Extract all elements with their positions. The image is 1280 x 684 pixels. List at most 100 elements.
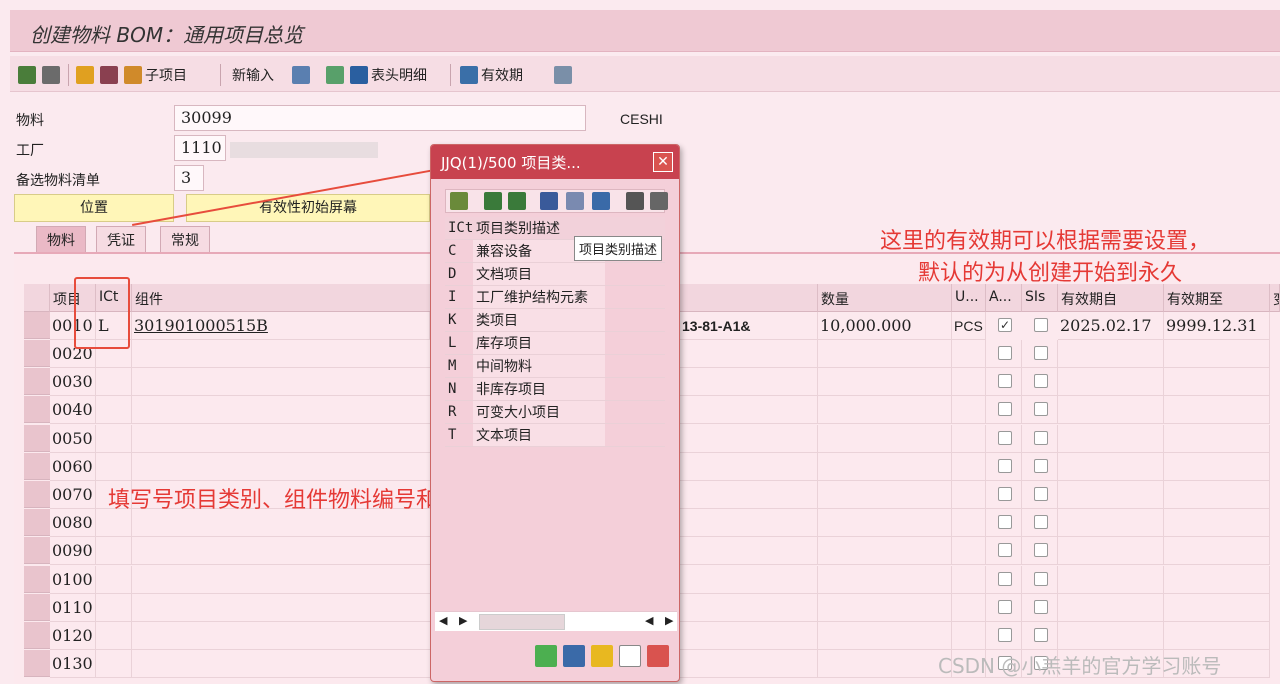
- checkbox-a[interactable]: [998, 628, 1012, 642]
- row-selector[interactable]: [24, 396, 50, 424]
- grid-cell[interactable]: [1058, 424, 1164, 453]
- scroll-right-icon[interactable]: ▶: [459, 614, 467, 627]
- grid-cell[interactable]: [96, 650, 132, 679]
- tab-material[interactable]: 物料: [36, 226, 86, 252]
- popup-filter-icon[interactable]: [592, 192, 610, 210]
- select-all-header[interactable]: [24, 284, 50, 312]
- grid-cell[interactable]: [1058, 565, 1164, 594]
- grid-cell[interactable]: [818, 565, 952, 594]
- trash-icon[interactable]: [292, 64, 313, 86]
- popup-list-item[interactable]: N 非库存项目: [445, 378, 665, 401]
- grid-cell[interactable]: [1164, 396, 1270, 425]
- grid-cell[interactable]: [96, 622, 132, 650]
- grid-cell[interactable]: [952, 537, 986, 566]
- popup-sort-asc-icon[interactable]: [484, 192, 502, 210]
- checkbox-a[interactable]: [998, 571, 1012, 586]
- grid-cell[interactable]: [1164, 622, 1270, 650]
- popup-list-item[interactable]: I 工厂维护结构元素: [445, 286, 665, 309]
- col-change[interactable]: 变: [1270, 284, 1280, 312]
- cell-item[interactable]: 0130: [50, 650, 96, 679]
- popup-find-icon[interactable]: [540, 192, 558, 210]
- checkbox-sis[interactable]: [1034, 571, 1048, 586]
- grid-cell[interactable]: [96, 452, 132, 481]
- cell-item[interactable]: 0030: [50, 368, 96, 397]
- cell-valid-to[interactable]: 9999.12.31: [1164, 312, 1270, 340]
- plant-field[interactable]: 1110: [174, 135, 226, 161]
- checkbox-a[interactable]: [998, 458, 1012, 473]
- material-field[interactable]: 30099: [174, 105, 586, 131]
- popup-close-icon[interactable]: ✕: [653, 152, 673, 172]
- row-selector[interactable]: [24, 622, 50, 649]
- grid-cell[interactable]: [818, 650, 952, 679]
- grid-cell[interactable]: [96, 593, 132, 622]
- checkbox-sis[interactable]: [1034, 599, 1048, 614]
- scroll-thumb[interactable]: [479, 614, 565, 630]
- grid-cell[interactable]: [96, 396, 132, 425]
- popup-list-item[interactable]: D 文档项目: [445, 263, 665, 286]
- cell-item[interactable]: 0060: [50, 452, 96, 481]
- scroll-left-icon-2[interactable]: ◀: [645, 614, 653, 627]
- cell-item[interactable]: 0080: [50, 509, 96, 538]
- new-entry-button[interactable]: 新输入: [232, 64, 274, 86]
- checkbox-a[interactable]: [998, 430, 1012, 445]
- checkbox-a[interactable]: [998, 515, 1012, 530]
- grid-cell[interactable]: [1058, 509, 1164, 538]
- grid-cell[interactable]: [1164, 424, 1270, 453]
- row-selector[interactable]: [24, 565, 50, 593]
- popup-hscrollbar[interactable]: ◀ ▶ ◀ ▶: [435, 611, 677, 631]
- grid-cell[interactable]: [1058, 396, 1164, 425]
- checkbox-a[interactable]: [998, 487, 1012, 501]
- favorite-add-icon[interactable]: [591, 645, 613, 667]
- popup-list-item[interactable]: K 类项目: [445, 309, 665, 332]
- popup-list-item[interactable]: L 库存项目: [445, 332, 665, 355]
- grid-cell[interactable]: [952, 452, 986, 481]
- refresh-icon[interactable]: [326, 64, 347, 86]
- print-icon[interactable]: [100, 64, 121, 86]
- checkbox-a-checked[interactable]: ✓: [998, 318, 1012, 332]
- row-selector[interactable]: [24, 340, 50, 367]
- grid-cell[interactable]: [818, 452, 952, 481]
- grid-cell[interactable]: [952, 340, 986, 368]
- grid-cell[interactable]: [818, 340, 952, 368]
- checkbox-sis[interactable]: [1034, 346, 1048, 360]
- grid-cell[interactable]: [818, 593, 952, 622]
- col-valid-from[interactable]: 有效期自: [1058, 284, 1164, 312]
- popup-sort-desc-icon[interactable]: [508, 192, 526, 210]
- checkbox-sis[interactable]: [1034, 458, 1048, 473]
- save-icon[interactable]: [76, 64, 97, 86]
- popup-settings-icon[interactable]: [650, 192, 668, 210]
- cell-item[interactable]: 0050: [50, 424, 96, 453]
- cell-item[interactable]: 0040: [50, 396, 96, 425]
- col-valid-to[interactable]: 有效期至: [1164, 284, 1270, 312]
- popup-list-item[interactable]: T 文本项目: [445, 424, 665, 447]
- popup-list-item[interactable]: R 可变大小项目: [445, 401, 665, 424]
- checkbox-sis[interactable]: [1034, 430, 1048, 445]
- grid-cell[interactable]: [1164, 537, 1270, 566]
- checkbox-sis[interactable]: [1034, 318, 1048, 332]
- cell-item[interactable]: 0090: [50, 537, 96, 566]
- grid-cell[interactable]: [96, 368, 132, 397]
- row-selector[interactable]: [24, 537, 50, 565]
- grid-cell[interactable]: [952, 593, 986, 622]
- cell-item[interactable]: 0120: [50, 622, 96, 650]
- row-selector[interactable]: [24, 452, 50, 480]
- row-selector[interactable]: [24, 312, 50, 339]
- checkbox-sis[interactable]: [1034, 487, 1048, 501]
- header-detail-button[interactable]: 表头明细: [350, 64, 427, 86]
- grid-cell[interactable]: [818, 396, 952, 425]
- checkbox-sis[interactable]: [1034, 628, 1048, 642]
- grid-cell[interactable]: [1058, 452, 1164, 481]
- row-selector[interactable]: [24, 593, 50, 621]
- tab-general[interactable]: 常规: [160, 226, 210, 252]
- grid-cell[interactable]: [1164, 509, 1270, 538]
- grid-cell[interactable]: [96, 537, 132, 566]
- scroll-right-icon-2[interactable]: ▶: [665, 614, 673, 627]
- checkbox-a[interactable]: [998, 599, 1012, 614]
- popup-list-item[interactable]: M 中间物料: [445, 355, 665, 378]
- row-selector[interactable]: [24, 368, 50, 396]
- grid-cell[interactable]: [1164, 481, 1270, 509]
- cell-item[interactable]: 0070: [50, 481, 96, 509]
- restrict-icon[interactable]: [563, 645, 585, 667]
- cell-quantity[interactable]: 10,000.000: [818, 312, 952, 340]
- list-icon[interactable]: [554, 64, 575, 86]
